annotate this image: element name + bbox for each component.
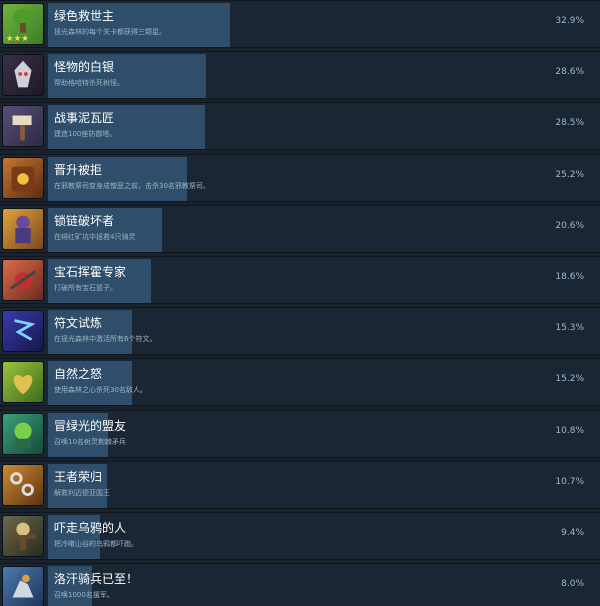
achievement-percent: 10.7% bbox=[555, 477, 584, 487]
achievement-title: 吓走乌鸦的人 bbox=[54, 521, 127, 535]
achievement-description: 打破所有宝石篮子。 bbox=[54, 284, 117, 292]
nature-heart-icon bbox=[2, 361, 44, 403]
achievement-title: 战事泥瓦匠 bbox=[54, 111, 115, 125]
achievement-description: 使用森林之心杀死30名敌人。 bbox=[54, 386, 147, 394]
achievement-description: 召唤1000名援军。 bbox=[54, 591, 114, 599]
achievement-description: 建造100座防御塔。 bbox=[54, 130, 117, 138]
chain-king-icon bbox=[2, 464, 44, 506]
achievement-row[interactable]: 锁链破坏者在绯红矿坑中拯救4只骑灵 20.6% bbox=[0, 205, 600, 253]
achievement-row[interactable]: 吓走乌鸦的人把冷嗽山谷的乌鸦都吓跑。 9.4% bbox=[0, 512, 600, 560]
achievement-title: 洛汗骑兵已至！ bbox=[54, 572, 139, 586]
monster-icon bbox=[2, 54, 44, 96]
achievement-row[interactable]: ★★★ 绿色救世主拯光森林的每个关卡都获得三颗星。 32.9% bbox=[0, 0, 600, 48]
green-ally-icon bbox=[2, 413, 44, 455]
chain-hero-icon bbox=[2, 208, 44, 250]
achievement-percent: 18.6% bbox=[555, 272, 584, 282]
achievement-title: 符文试炼 bbox=[54, 316, 103, 330]
gem-basket-icon bbox=[2, 259, 44, 301]
achievement-description: 在绯红矿坑中拯救4只骑灵 bbox=[54, 233, 136, 241]
achievement-percent: 15.3% bbox=[555, 323, 584, 333]
achievement-list: ★★★ 绿色救世主拯光森林的每个关卡都获得三颗星。 32.9% 怪物的白银帮助格哈特杀… bbox=[0, 0, 600, 606]
achievement-percent: 9.4% bbox=[561, 528, 584, 538]
achievement-row[interactable]: 冒绿光的盟友召唤10名树灵荆棘矛兵 10.8% bbox=[0, 410, 600, 458]
achievement-row[interactable]: 晋升被拒在邪教祭司变身成憎恶之前，击杀30名邪教祭司。 25.2% bbox=[0, 154, 600, 202]
achievement-row[interactable]: 怪物的白银帮助格哈特杀死树怪。 28.6% bbox=[0, 51, 600, 99]
tree-stars-icon: ★★★ bbox=[2, 3, 44, 45]
achievement-percent: 15.2% bbox=[555, 374, 584, 384]
achievement-title: 自然之怒 bbox=[54, 367, 103, 381]
hammer-icon bbox=[2, 105, 44, 147]
achievement-percent: 28.6% bbox=[555, 67, 584, 77]
achievement-description: 在拯光森林中激活所有6个符文。 bbox=[54, 335, 157, 343]
achievement-row[interactable]: 符文试炼在拯光森林中激活所有6个符文。 15.3% bbox=[0, 307, 600, 355]
achievement-percent: 32.9% bbox=[555, 16, 584, 26]
achievement-title: 绿色救世主 bbox=[54, 9, 115, 23]
achievement-title: 王者荣归 bbox=[54, 470, 103, 484]
achievement-percent: 10.8% bbox=[555, 426, 584, 436]
achievement-row[interactable]: 王者荣归解救利迈德亚国王 10.7% bbox=[0, 461, 600, 509]
scarecrow-icon bbox=[2, 515, 44, 557]
achievement-description: 在邪教祭司变身成憎恶之前，击杀30名邪教祭司。 bbox=[54, 182, 210, 190]
achievement-title: 宝石挥霍专家 bbox=[54, 265, 127, 279]
achievement-percent: 28.5% bbox=[555, 118, 584, 128]
rune-icon bbox=[2, 310, 44, 352]
cultist-book-icon bbox=[2, 157, 44, 199]
achievement-row[interactable]: 自然之怒使用森林之心杀死30名敌人。 15.2% bbox=[0, 358, 600, 406]
achievement-description: 召唤10名树灵荆棘矛兵 bbox=[54, 438, 126, 446]
achievement-description: 解救利迈德亚国王 bbox=[54, 489, 110, 497]
achievement-title: 晋升被拒 bbox=[54, 163, 103, 177]
achievement-description: 把冷嗽山谷的乌鸦都吓跑。 bbox=[54, 540, 138, 548]
achievement-title: 怪物的白银 bbox=[54, 60, 115, 74]
achievement-percent: 25.2% bbox=[555, 170, 584, 180]
achievement-row[interactable]: 战事泥瓦匠建造100座防御塔。 28.5% bbox=[0, 102, 600, 150]
achievement-title: 锁链破坏者 bbox=[54, 214, 115, 228]
achievement-description: 拯光森林的每个关卡都获得三颗星。 bbox=[54, 28, 166, 36]
achievement-percent: 20.6% bbox=[555, 221, 584, 231]
achievement-percent: 8.0% bbox=[561, 579, 584, 589]
svg-text:★★★: ★★★ bbox=[6, 34, 29, 44]
achievement-title: 冒绿光的盟友 bbox=[54, 419, 127, 433]
cavalry-icon bbox=[2, 566, 44, 606]
achievement-row[interactable]: 宝石挥霍专家打破所有宝石篮子。 18.6% bbox=[0, 256, 600, 304]
achievement-description: 帮助格哈特杀死树怪。 bbox=[54, 79, 124, 87]
achievement-row[interactable]: 洛汗骑兵已至！ 召唤1000名援军。 8.0% bbox=[0, 563, 600, 606]
